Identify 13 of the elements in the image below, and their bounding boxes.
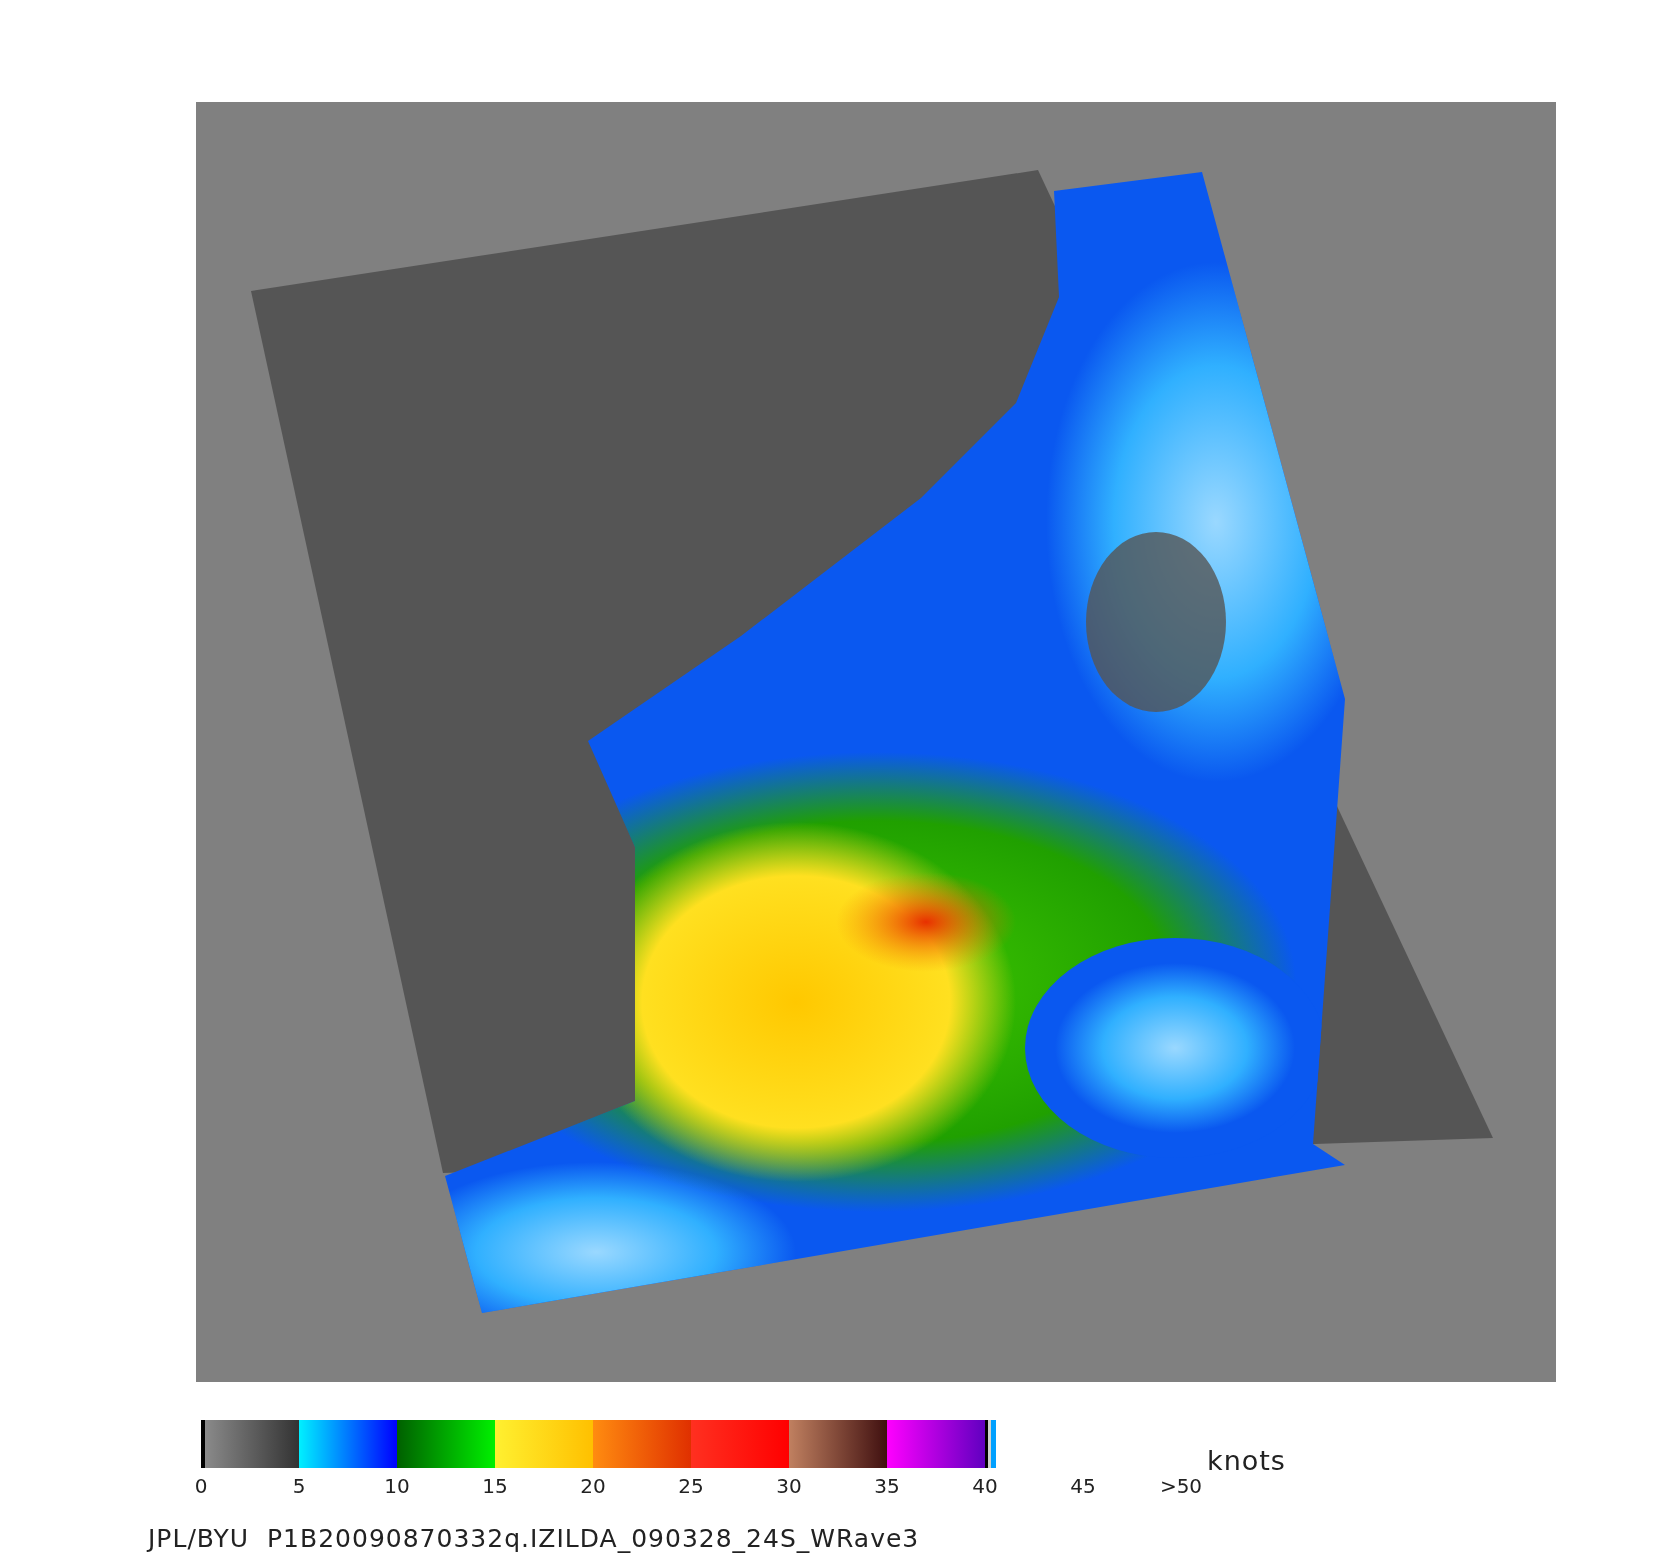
image-caption: JPL/BYU P1B20090870332q.IZILDA_090328_24S_WRave3 <box>148 1524 921 1553</box>
scale-tick-label: 5 <box>291 1474 307 1498</box>
scale-tick-label: 25 <box>677 1474 705 1498</box>
scale-tick-label: >50 <box>1158 1474 1204 1498</box>
scale-tick-label: 35 <box>873 1474 901 1498</box>
scale-tick-label: 40 <box>971 1474 999 1498</box>
scale-tick-label: 20 <box>579 1474 607 1498</box>
scale-tick-label: 10 <box>383 1474 411 1498</box>
scale-tick-label: 45 <box>1069 1474 1097 1498</box>
unit-label: knots <box>1207 1447 1286 1474</box>
scale-tick-label: 0 <box>193 1474 209 1498</box>
scale-tick-label: 15 <box>481 1474 509 1498</box>
scale-tick-label: 30 <box>775 1474 803 1498</box>
